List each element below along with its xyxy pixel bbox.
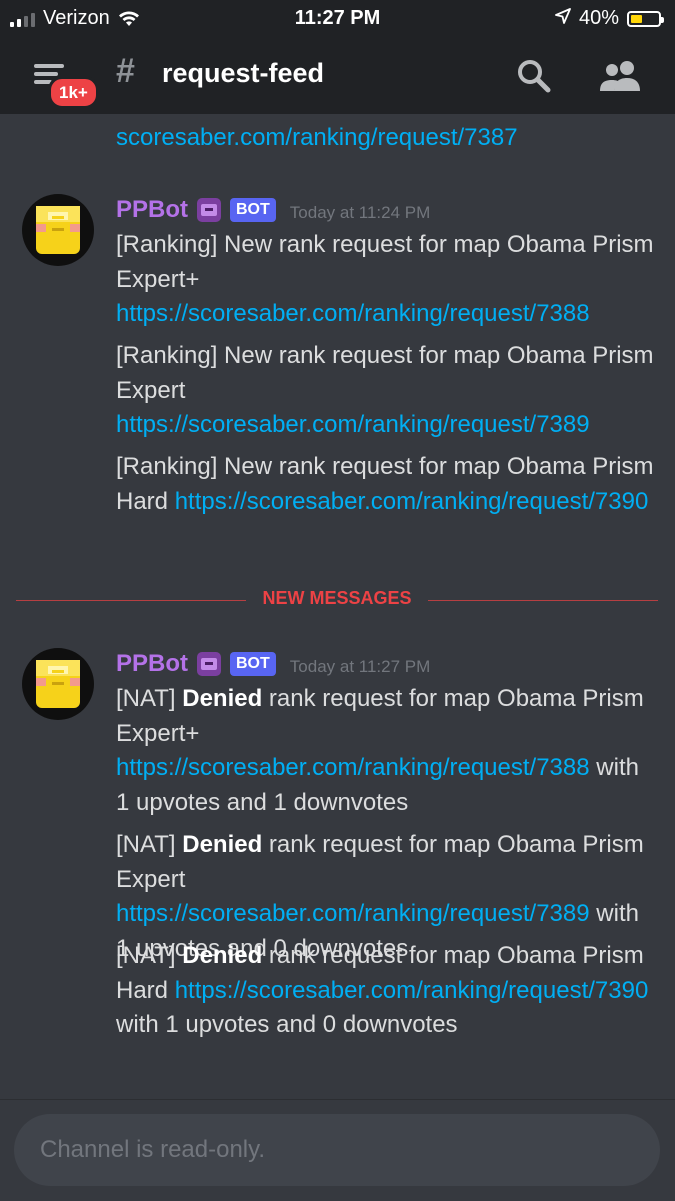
message-composer: Channel is read-only.: [0, 1099, 675, 1201]
message-link[interactable]: scoresaber.com/ranking/request/7387: [116, 124, 518, 152]
status-word: Denied: [182, 942, 263, 969]
status-word: Denied: [182, 685, 263, 712]
message-text: [Ranking] New rank request for map Obama…: [116, 339, 656, 443]
message-link[interactable]: https://scoresaber.com/ranking/request/7…: [116, 411, 590, 438]
mention-badge: 1k+: [48, 76, 99, 109]
search-icon[interactable]: [516, 58, 552, 99]
location-arrow-icon: [555, 7, 571, 30]
author-name[interactable]: PPBot: [116, 196, 188, 224]
message-list[interactable]: scoresaber.com/ranking/request/7387 PPBo…: [0, 114, 675, 1099]
channel-header: 1k+ # request-feed: [0, 40, 675, 114]
battery-percent: 40%: [578, 7, 619, 29]
message-link[interactable]: https://scoresaber.com/ranking/request/7…: [175, 488, 649, 515]
message-input[interactable]: Channel is read-only.: [14, 1114, 660, 1186]
message-link[interactable]: https://scoresaber.com/ranking/request/7…: [175, 977, 649, 1004]
message-text: [NAT] Denied rank request for map Obama …: [116, 682, 656, 820]
new-messages-divider: NEW MESSAGES: [16, 588, 658, 608]
message-content: [Ranking] New rank request for map Obama…: [116, 342, 654, 404]
message-tag: [NAT]: [116, 942, 183, 969]
message-text: [NAT] Denied rank request for map Obama …: [116, 939, 656, 1043]
bot-tag: BOT: [230, 198, 276, 222]
battery-icon: [627, 10, 664, 27]
menu-button[interactable]: 1k+: [28, 56, 99, 109]
bot-tag: BOT: [230, 652, 276, 676]
vote-summary: with 1 upvotes and 0 downvotes: [116, 1011, 458, 1038]
bot-emoji-icon: [196, 651, 222, 677]
new-messages-label: NEW MESSAGES: [262, 588, 412, 608]
status-word: Denied: [182, 831, 263, 858]
message-link[interactable]: https://scoresaber.com/ranking/request/7…: [116, 754, 590, 781]
author-name[interactable]: PPBot: [116, 650, 188, 678]
message-text: [Ranking] New rank request for map Obama…: [116, 228, 656, 332]
message-link[interactable]: https://scoresaber.com/ranking/request/7…: [116, 300, 590, 327]
timestamp: Today at 11:24 PM: [289, 203, 431, 222]
message-header: PPBot BOT Today at 11:24 PM: [116, 194, 430, 226]
members-icon[interactable]: [598, 60, 642, 97]
timestamp: Today at 11:27 PM: [289, 657, 431, 676]
avatar[interactable]: [22, 648, 94, 720]
message-content: [Ranking] New rank request for map Obama…: [116, 231, 654, 293]
message-header: PPBot BOT Today at 11:27 PM: [116, 648, 430, 680]
message-tag: [NAT]: [116, 685, 183, 712]
avatar[interactable]: [22, 194, 94, 266]
message-link[interactable]: https://scoresaber.com/ranking/request/7…: [116, 900, 590, 927]
status-right: 40%: [555, 7, 664, 30]
bot-emoji-icon: [196, 197, 222, 223]
status-bar: Verizon 11:27 PM 40%: [0, 0, 675, 40]
channel-title[interactable]: request-feed: [162, 58, 324, 89]
message-tag: [NAT]: [116, 831, 183, 858]
channel-hash-icon: #: [116, 52, 135, 90]
message-text: [Ranking] New rank request for map Obama…: [116, 450, 656, 519]
